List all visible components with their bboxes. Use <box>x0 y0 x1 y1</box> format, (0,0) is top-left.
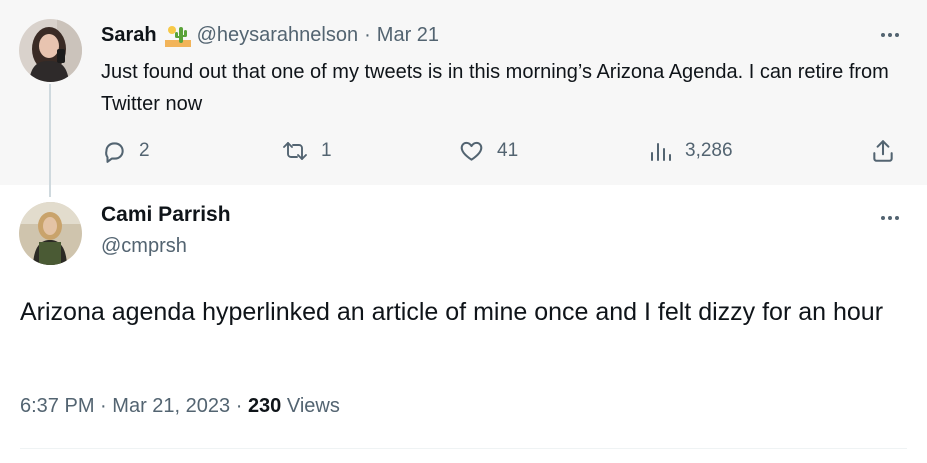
reply-button[interactable]: 2 <box>101 135 150 167</box>
divider <box>20 448 907 449</box>
share-icon <box>870 138 896 164</box>
parent-tweet-text: Just found out that one of my tweets is … <box>101 61 889 115</box>
analytics-icon <box>649 138 673 164</box>
tweet-date[interactable]: Mar 21, 2023 <box>112 395 230 417</box>
like-button[interactable]: 41 <box>458 135 518 167</box>
sarah-avatar[interactable] <box>19 19 82 82</box>
author-name[interactable]: Cami Parrish <box>101 203 231 227</box>
separator-dot: · <box>364 23 371 46</box>
separator-dot: · <box>235 395 243 417</box>
views-button[interactable]: 3,286 <box>649 135 733 167</box>
heart-icon <box>458 138 485 164</box>
share-button[interactable] <box>870 135 896 167</box>
author-handle[interactable]: @heysarahnelson <box>197 24 359 47</box>
more-options-icon[interactable] <box>877 208 903 228</box>
like-count: 41 <box>497 140 519 161</box>
author-name[interactable]: Sarah <box>101 24 157 47</box>
retweet-button[interactable]: 1 <box>281 135 332 167</box>
tweet-metadata: 6:37 PM · Mar 21, 2023 · 230 Views <box>20 395 340 418</box>
reply-tweet-text: Arizona agenda hyperlinked an article of… <box>20 298 884 326</box>
views-count: 3,286 <box>685 140 733 161</box>
retweet-icon <box>281 138 309 164</box>
separator-dot: · <box>100 395 107 417</box>
author-handle[interactable]: @cmprsh <box>101 235 187 258</box>
reply-count: 2 <box>139 140 150 161</box>
parent-tweet-header: Sarah @heysarahnelson · Mar 21 <box>101 21 439 49</box>
tweet-date[interactable]: Mar 21 <box>377 24 439 47</box>
views-label[interactable]: Views <box>287 395 340 417</box>
tweet-time[interactable]: 6:37 PM <box>20 395 94 417</box>
cactus-desert-emoji-icon <box>164 23 191 47</box>
cami-avatar[interactable] <box>19 202 82 265</box>
tweet-action-bar: 2 1 41 3,286 <box>101 135 911 167</box>
reply-icon <box>101 138 127 164</box>
retweet-count: 1 <box>321 140 332 161</box>
thread-connector-line <box>49 84 51 197</box>
views-count[interactable]: 230 <box>248 395 281 417</box>
more-options-icon[interactable] <box>877 25 903 45</box>
